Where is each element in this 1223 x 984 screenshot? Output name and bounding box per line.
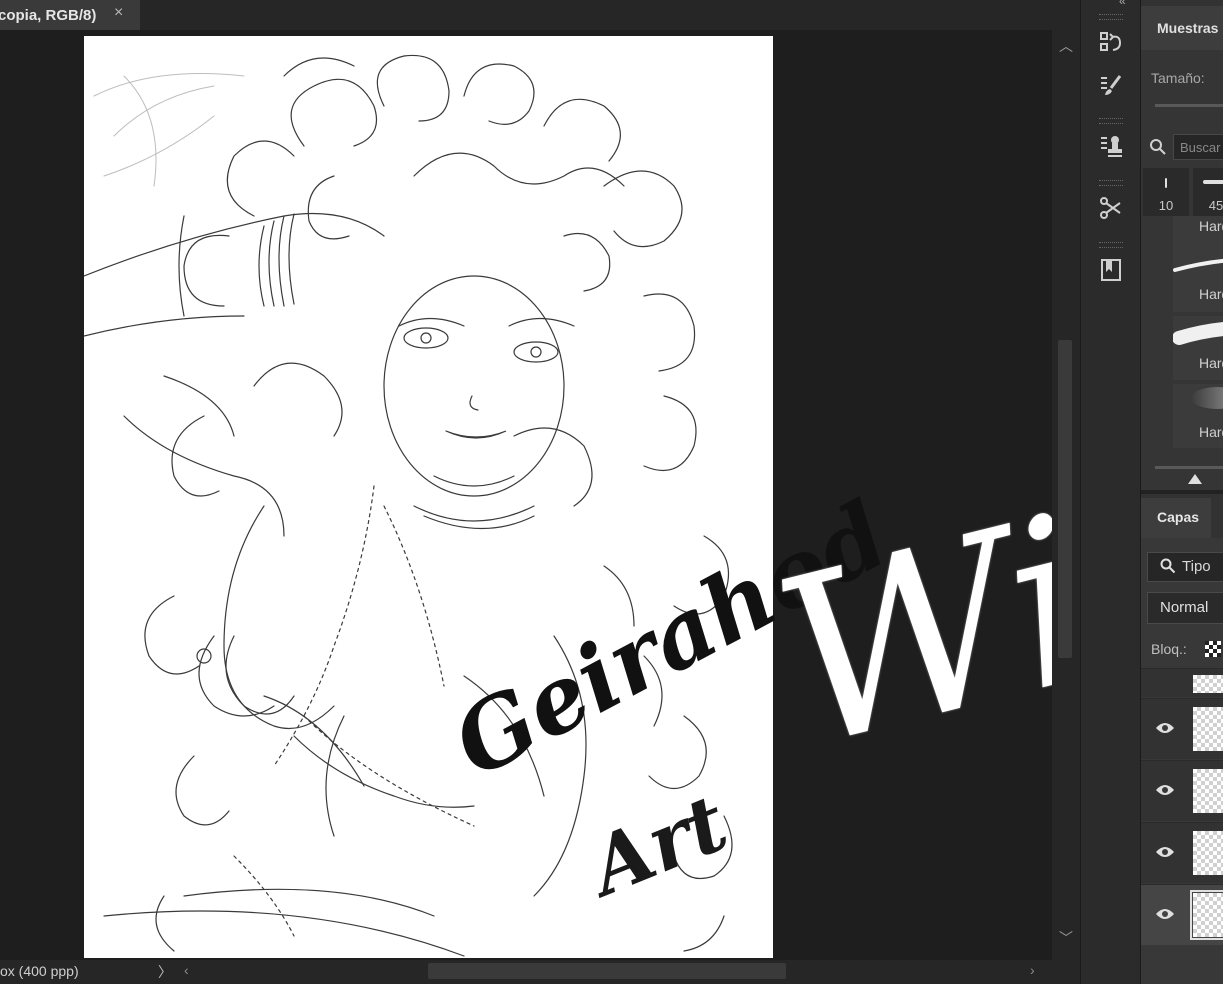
tool-presets-icon[interactable] xyxy=(1093,190,1129,226)
status-bar: ox (400 ppp) 〉 ‹ › xyxy=(0,960,1080,984)
brush-name: Hard E xyxy=(1199,286,1223,302)
brush-item[interactable] xyxy=(1173,248,1223,312)
preview-size-slider[interactable] xyxy=(1155,466,1223,469)
layer-thumbnail xyxy=(1193,831,1223,875)
brush-name: Hard F xyxy=(1199,355,1223,371)
document-tab-title: copia, RGB/8) xyxy=(0,6,97,24)
status-menu-arrow-icon[interactable]: 〉 xyxy=(158,962,172,982)
panel-grip[interactable] xyxy=(1099,180,1123,186)
layer-row[interactable] xyxy=(1141,822,1223,883)
horizontal-scroll-thumb[interactable] xyxy=(428,963,786,979)
brush-tip-preview xyxy=(1165,178,1167,188)
tab-swatches[interactable]: Muestras xyxy=(1141,6,1223,50)
collapsed-panel-strip: « xyxy=(1080,0,1141,984)
eye-icon[interactable] xyxy=(1155,721,1175,735)
document-info: ox (400 ppp) xyxy=(0,963,79,979)
preset-size-value: 45 xyxy=(1208,198,1223,213)
layer-filter-label: Tipo xyxy=(1182,558,1211,575)
vertical-scrollbar[interactable]: ︿ ﹀ xyxy=(1052,30,1080,960)
brush-stroke-preview xyxy=(1173,258,1223,272)
brush-search-placeholder: Buscar xyxy=(1180,140,1221,155)
panel-grip[interactable] xyxy=(1099,14,1123,20)
document-tab-bar: copia, RGB/8) × xyxy=(0,0,1080,30)
blend-mode-value: Normal xyxy=(1160,599,1209,616)
brush-tip-preview xyxy=(1203,180,1223,184)
brush-name: Hard F xyxy=(1199,218,1223,234)
vertical-scroll-thumb[interactable] xyxy=(1058,340,1072,658)
scroll-right-icon[interactable]: › xyxy=(1030,962,1035,978)
canvas-area: Geirahod Art WiP xyxy=(0,30,1223,960)
lock-transparency-icon[interactable] xyxy=(1205,641,1221,657)
layer-row-selected[interactable] xyxy=(1141,884,1223,945)
layer-thumbnail xyxy=(1193,769,1223,813)
scroll-left-icon[interactable]: ‹ xyxy=(184,962,189,978)
scroll-down-icon[interactable]: ﹀ xyxy=(1059,928,1073,948)
brush-preset-size[interactable]: 45 xyxy=(1193,168,1223,216)
search-icon xyxy=(1160,558,1176,574)
panel-grip[interactable] xyxy=(1099,242,1123,248)
layer-row[interactable] xyxy=(1141,760,1223,821)
clone-source-icon[interactable] xyxy=(1093,128,1129,164)
brush-preset-size[interactable]: 10 xyxy=(1143,168,1189,216)
tab-swatches-label: Muestras xyxy=(1157,20,1219,36)
layer-row[interactable] xyxy=(1141,698,1223,759)
brush-stroke-preview xyxy=(1191,387,1223,409)
eye-icon[interactable] xyxy=(1155,907,1175,921)
collapse-panels-icon[interactable]: « xyxy=(1119,0,1126,8)
blend-mode-select[interactable]: Normal xyxy=(1147,592,1223,624)
layer-thumbnail xyxy=(1193,675,1223,693)
eye-icon[interactable] xyxy=(1155,845,1175,859)
brush-search-input[interactable]: Buscar xyxy=(1173,134,1223,160)
close-icon[interactable]: × xyxy=(114,4,123,22)
layer-thumbnail xyxy=(1193,707,1223,751)
tab-layers-label: Capas xyxy=(1157,509,1200,525)
panel-divider xyxy=(1141,490,1223,494)
brush-stroke-preview xyxy=(1173,322,1223,345)
size-label: Tamaño: xyxy=(1151,70,1205,86)
size-slider[interactable] xyxy=(1155,104,1223,107)
panel-grip[interactable] xyxy=(1099,118,1123,124)
brush-name: Hard F xyxy=(1199,424,1223,440)
book-icon[interactable] xyxy=(1093,252,1129,288)
scroll-up-icon[interactable]: ︿ xyxy=(1059,36,1073,56)
brush-settings-icon[interactable] xyxy=(1093,68,1129,104)
layer-thumbnail xyxy=(1190,890,1223,940)
history-icon[interactable] xyxy=(1093,24,1129,60)
preset-size-value: 10 xyxy=(1158,198,1174,213)
tab-layers[interactable]: Capas xyxy=(1141,498,1211,538)
layer-row[interactable] xyxy=(1141,668,1223,697)
lock-label: Bloq.: xyxy=(1151,641,1187,657)
slider-thumb-icon[interactable] xyxy=(1188,474,1202,484)
layer-filter-select[interactable]: Tipo xyxy=(1147,552,1223,582)
document-tab[interactable]: copia, RGB/8) × xyxy=(0,0,140,30)
eye-icon[interactable] xyxy=(1155,783,1175,797)
right-panel: Muestras Tamaño: Buscar 10 45 Hard F Har… xyxy=(1140,0,1223,984)
search-icon xyxy=(1150,139,1166,155)
